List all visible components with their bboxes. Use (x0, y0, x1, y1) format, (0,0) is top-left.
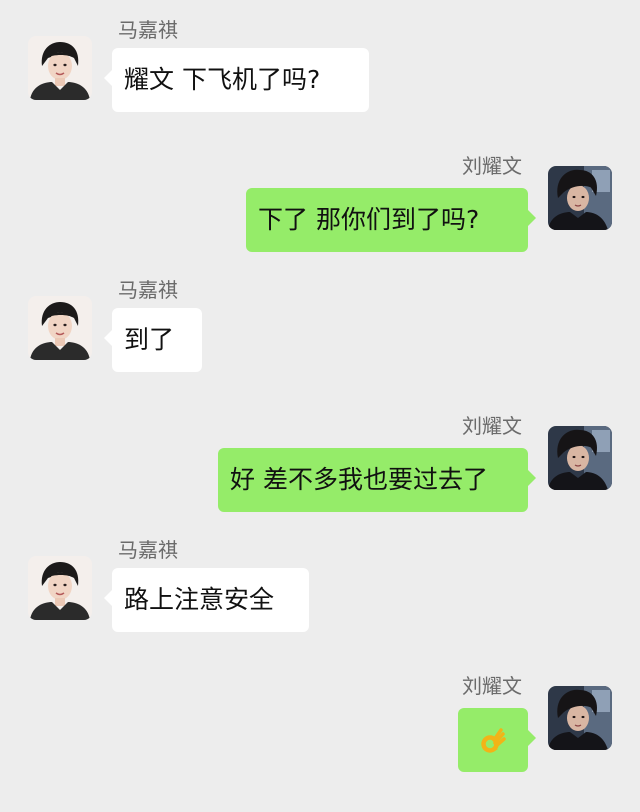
avatar[interactable] (28, 556, 92, 620)
contact-avatar-image (548, 426, 612, 490)
avatar[interactable] (548, 426, 612, 490)
contact-avatar-image (28, 36, 92, 100)
sender-name: 刘耀文 (462, 674, 522, 698)
contact-avatar-image (28, 296, 92, 360)
message-bubble-outgoing[interactable]: 好 差不多我也要过去了 (218, 448, 536, 512)
message-bubble-outgoing[interactable] (458, 708, 536, 772)
message-bubble-incoming[interactable]: 耀文 下飞机了吗? (104, 48, 369, 112)
avatar[interactable] (548, 166, 612, 230)
contact-avatar-image (548, 686, 612, 750)
contact-avatar-image (28, 556, 92, 620)
sender-name: 马嘉祺 (118, 18, 178, 42)
sender-name: 马嘉祺 (118, 278, 178, 302)
sender-name: 刘耀文 (462, 154, 522, 178)
avatar[interactable] (28, 36, 92, 100)
avatar[interactable] (28, 296, 92, 360)
ok-hand-icon (481, 728, 506, 753)
sender-name: 刘耀文 (462, 414, 522, 438)
avatar[interactable] (548, 686, 612, 750)
message-bubble-outgoing[interactable]: 下了 那你们到了吗? (246, 188, 536, 252)
message-bubble-incoming[interactable]: 路上注意安全 (104, 568, 309, 632)
contact-avatar-image (548, 166, 612, 230)
message-bubble-incoming[interactable]: 到了 (104, 308, 202, 372)
sender-name: 马嘉祺 (118, 538, 178, 562)
